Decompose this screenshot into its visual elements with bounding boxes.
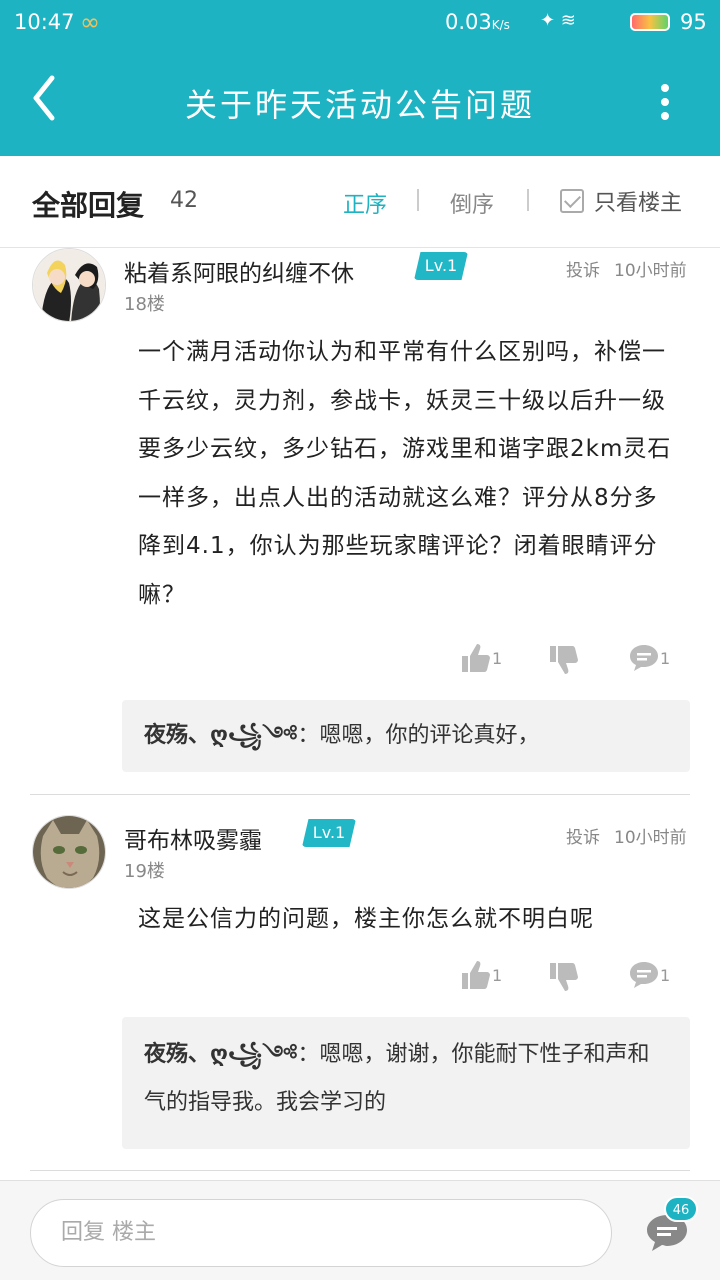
like-button[interactable]: 1 [460, 959, 502, 991]
comment-icon [630, 645, 658, 671]
more-vertical-icon [661, 84, 669, 120]
network-speed: 0.03K/s [445, 10, 510, 34]
battery-icon [630, 13, 670, 31]
divider [527, 189, 529, 211]
avatar-cat-image [33, 816, 105, 888]
avatar[interactable] [32, 815, 106, 889]
nav-bar: 关于昨天活动公告问题 [0, 60, 720, 140]
comment-action-button[interactable]: 1 [628, 959, 670, 991]
page-title: 关于昨天活动公告问题 [184, 86, 535, 124]
sort-reverse-button[interactable]: 倒序 [450, 187, 494, 219]
reply-author[interactable]: 夜殇、ღ꧁༺ [144, 723, 297, 748]
status-time: 10:47 [14, 10, 75, 34]
reply-preview[interactable]: 夜殇、ღ꧁༺：嗯嗯，谢谢，你能耐下性子和声和气的指导我。我会学习的 [122, 1017, 690, 1149]
comment-icon [630, 962, 658, 988]
report-button[interactable]: 投诉 [566, 256, 600, 281]
avatar-anime-image [33, 249, 105, 321]
reply-preview[interactable]: 夜殇、ღ꧁༺：嗯嗯，你的评论真好， [122, 700, 690, 772]
divider [417, 189, 419, 211]
comment-count: 1 [660, 648, 671, 668]
level-badge: Lv.1 [414, 252, 468, 280]
post-item: 哥布林吸雾霾 Lv.1 投诉 10小时前 19楼 这是公信力的问题，楼主你怎么就… [0, 815, 720, 1175]
reply-author[interactable]: 夜殇、ღ꧁༺ [144, 1042, 297, 1067]
thumbs-up-icon [462, 644, 490, 672]
divider [30, 1170, 690, 1171]
reply-count: 42 [170, 188, 198, 213]
thumbs-up-icon [462, 961, 490, 989]
dislike-button[interactable] [548, 644, 580, 676]
thumbs-down-icon [550, 963, 578, 991]
battery-level: 95 [680, 10, 707, 34]
all-replies-label: 全部回复 [32, 189, 145, 222]
network-speed-unit: K/s [491, 18, 510, 32]
reply-input[interactable]: 回复 楼主 [30, 1199, 612, 1267]
comment-action-button[interactable]: 1 [628, 642, 670, 674]
username[interactable]: 粘着系阿眼的纠缠不休 [124, 254, 354, 288]
dislike-button[interactable] [548, 961, 580, 993]
network-speed-value: 0.03 [445, 10, 492, 34]
status-bar: 10:47 ∞ 0.03K/s ✦ ≋ 95 [0, 0, 720, 48]
post-content: 这是公信力的问题，楼主你怎么就不明白呢 [138, 906, 594, 932]
top-bar: 10:47 ∞ 0.03K/s ✦ ≋ 95 关于昨天活动公告问题 [0, 0, 720, 156]
comment-count-badge: 46 [664, 1196, 698, 1222]
infinity-icon: ∞ [80, 8, 100, 36]
avatar[interactable] [32, 248, 106, 322]
post-time: 10小时前 [614, 261, 687, 281]
sort-forward-button[interactable]: 正序 [343, 187, 387, 219]
floor-number: 19楼 [124, 861, 165, 882]
report-button[interactable]: 投诉 [566, 823, 600, 848]
like-button[interactable]: 1 [460, 642, 502, 674]
checkbox-icon [560, 189, 584, 213]
post-content: 一个满月活动你认为和平常有什么区别吗，补偿一千云纹，灵力剂，参战卡，妖灵三十级以… [138, 339, 672, 608]
signal-icons: ✦ ≋ [540, 10, 576, 31]
like-count: 1 [492, 648, 503, 668]
username[interactable]: 哥布林吸雾霾 [124, 821, 262, 855]
more-button[interactable] [650, 80, 680, 124]
level-badge: Lv.1 [302, 819, 356, 847]
sort-bar: 全部回复 42 正序 倒序 只看楼主 [0, 156, 720, 248]
comment-count: 1 [660, 965, 671, 985]
thumbs-down-icon [550, 646, 578, 674]
floor-number: 18楼 [124, 294, 165, 315]
bottom-bar: 回复 楼主 [0, 1180, 720, 1280]
divider [30, 794, 690, 795]
owner-only-toggle[interactable]: 只看楼主 [560, 185, 682, 217]
post-item: 粘着系阿眼的纠缠不休 Lv.1 投诉 10小时前 18楼 一个满月活动你认为和平… [0, 248, 720, 794]
like-count: 1 [492, 965, 503, 985]
post-time: 10小时前 [614, 828, 687, 848]
reply-text: ：嗯嗯，你的评论真好， [297, 723, 540, 748]
owner-only-label: 只看楼主 [594, 191, 683, 216]
